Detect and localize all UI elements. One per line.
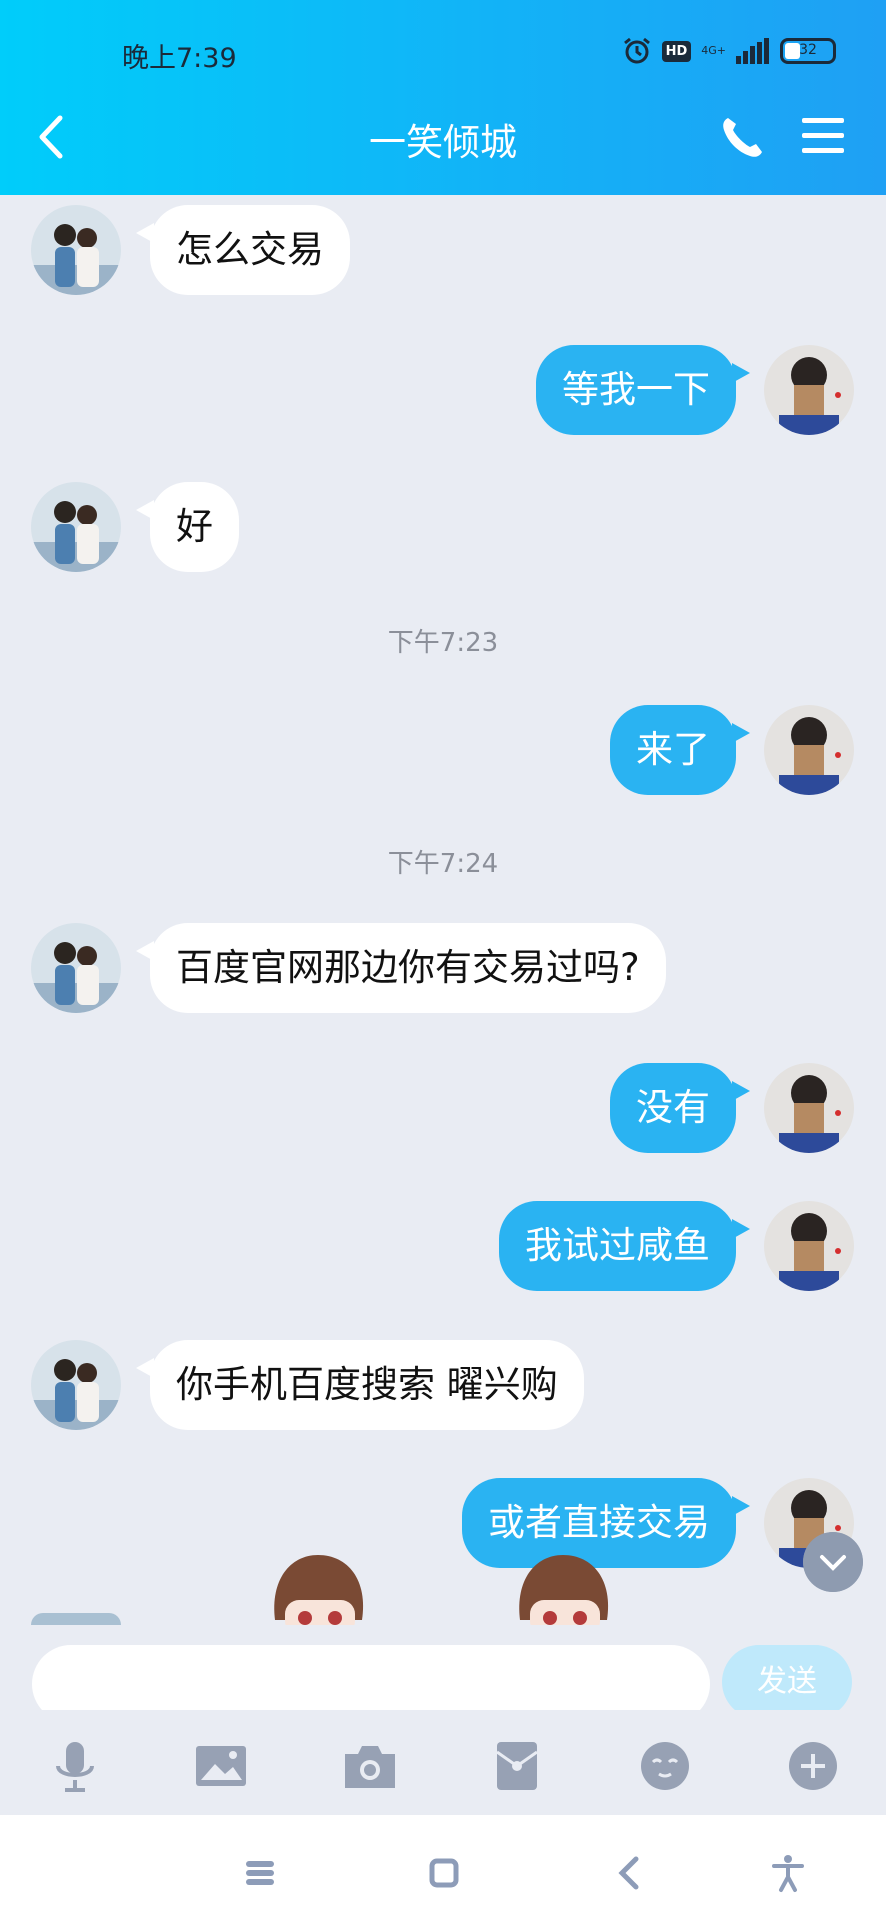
phone-call-button[interactable] <box>718 112 766 162</box>
message-bubble-received[interactable]: 好 <box>136 482 239 572</box>
chibi-characters-sticker <box>274 1555 609 1635</box>
input-toolbar <box>0 1710 886 1815</box>
my-avatar-image <box>764 1201 854 1291</box>
my-avatar-image <box>764 345 854 435</box>
my-avatar[interactable] <box>764 705 854 795</box>
message-bubble-received[interactable]: 你手机百度搜索 曜兴购 <box>136 1340 584 1430</box>
contact-avatar-photo <box>31 482 121 572</box>
message-bubble-sent[interactable]: 等我一下 <box>536 345 750 435</box>
emoji-icon[interactable] <box>637 1740 693 1792</box>
plus-icon[interactable] <box>785 1740 841 1792</box>
my-avatar-image <box>764 705 854 795</box>
system-navigation-bar <box>0 1815 886 1920</box>
back-icon[interactable] <box>610 1853 650 1893</box>
status-icons: HD 4G+ 32 <box>622 34 836 68</box>
battery-icon: 32 <box>780 38 836 64</box>
alarm-icon <box>623 37 650 64</box>
contact-avatar-photo <box>31 923 121 1013</box>
home-icon[interactable] <box>424 1853 464 1893</box>
battery-level: 32 <box>799 42 817 58</box>
image-icon[interactable] <box>193 1740 249 1792</box>
menu-button[interactable] <box>802 116 844 156</box>
message-bubble-sent[interactable]: 来了 <box>610 705 750 795</box>
red-packet-icon[interactable] <box>489 1740 545 1792</box>
status-time: 晚上7:39 <box>122 43 237 74</box>
hd-badge: HD <box>661 40 692 62</box>
message-timestamp: 下午7:24 <box>387 849 499 879</box>
accessibility-icon[interactable] <box>768 1853 808 1893</box>
chat-header: 晚上7:39 HD 4G+ 32 一笑倾城 <box>0 0 886 195</box>
signal-icon <box>736 38 769 64</box>
scroll-to-bottom-button[interactable] <box>803 1532 863 1592</box>
contact-avatar[interactable] <box>31 1340 121 1430</box>
send-button[interactable]: 发送 <box>722 1645 852 1719</box>
chat-message-list[interactable]: 怎么交易 等我一下 好 下午7:23 来了 下午7:24 百度官网那边你有交易过… <box>0 195 886 1625</box>
contact-avatar-photo <box>31 1340 121 1430</box>
input-bar: 发送 <box>0 1625 886 1723</box>
my-avatar[interactable] <box>764 1063 854 1153</box>
my-avatar[interactable] <box>764 1201 854 1291</box>
camera-icon[interactable] <box>342 1740 398 1792</box>
contact-avatar[interactable] <box>31 1613 121 1625</box>
message-bubble-received[interactable]: 怎么交易 <box>136 205 350 295</box>
message-bubble-sent[interactable]: 没有 <box>610 1063 750 1153</box>
my-avatar[interactable] <box>764 345 854 435</box>
message-bubble-received[interactable]: 百度官网那边你有交易过吗? <box>136 923 666 1013</box>
my-avatar-image <box>764 1063 854 1153</box>
contact-avatar[interactable] <box>31 205 121 295</box>
contact-avatar[interactable] <box>31 923 121 1013</box>
microphone-icon[interactable] <box>47 1740 103 1792</box>
message-bubble-sent[interactable]: 我试过咸鱼 <box>499 1201 750 1291</box>
contact-avatar-photo <box>31 205 121 295</box>
network-type: 4G+ <box>701 44 726 57</box>
menu-icon[interactable] <box>240 1853 280 1893</box>
message-timestamp: 下午7:23 <box>387 628 499 658</box>
contact-avatar[interactable] <box>31 482 121 572</box>
